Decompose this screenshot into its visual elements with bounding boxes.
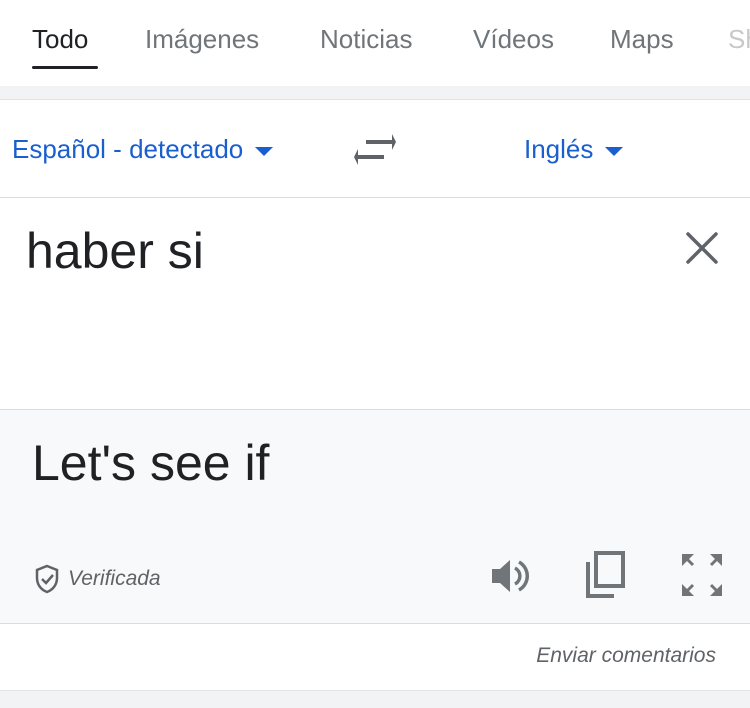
chevron-down-icon bbox=[255, 146, 274, 156]
verified-label: Verificada bbox=[68, 567, 161, 590]
source-language-label: Español - detectado bbox=[12, 134, 244, 164]
source-text-input[interactable]: haber si bbox=[26, 222, 204, 280]
tab-todo[interactable]: Todo bbox=[32, 24, 88, 55]
active-tab-indicator bbox=[32, 66, 98, 69]
target-language-dropdown[interactable]: Inglés bbox=[524, 134, 624, 165]
speaker-icon[interactable] bbox=[488, 554, 532, 598]
translation-panel: Let's see if Verificada bbox=[0, 410, 750, 624]
section-divider bbox=[0, 86, 750, 100]
source-panel: haber si bbox=[0, 198, 750, 484]
section-divider bbox=[0, 690, 750, 708]
tab-videos[interactable]: Vídeos bbox=[473, 24, 554, 55]
copy-icon[interactable] bbox=[584, 550, 626, 600]
tab-shopping-partial[interactable]: Sh bbox=[728, 24, 750, 55]
tab-imagenes[interactable]: Imágenes bbox=[145, 24, 259, 55]
translator-card: Español - detectado Inglés haber si Let'… bbox=[0, 100, 750, 690]
tab-maps[interactable]: Maps bbox=[610, 24, 674, 55]
language-selector-row: Español - detectado Inglés bbox=[0, 100, 750, 198]
feedback-row: Enviar comentarios bbox=[0, 624, 750, 690]
shield-check-icon bbox=[35, 564, 59, 594]
close-icon[interactable] bbox=[680, 226, 724, 270]
swap-arrows-icon[interactable] bbox=[352, 132, 398, 168]
fullscreen-icon[interactable] bbox=[680, 552, 724, 598]
chevron-down-icon bbox=[605, 146, 624, 156]
verified-badge: Verificada bbox=[34, 564, 161, 594]
tab-noticias[interactable]: Noticias bbox=[320, 24, 412, 55]
source-language-dropdown[interactable]: Español - detectado bbox=[12, 134, 274, 165]
search-tabs: Todo Imágenes Noticias Vídeos Maps Sh bbox=[0, 0, 750, 86]
translated-text: Let's see if bbox=[32, 435, 270, 491]
target-language-label: Inglés bbox=[524, 134, 594, 164]
send-feedback-link[interactable]: Enviar comentarios bbox=[536, 644, 716, 668]
